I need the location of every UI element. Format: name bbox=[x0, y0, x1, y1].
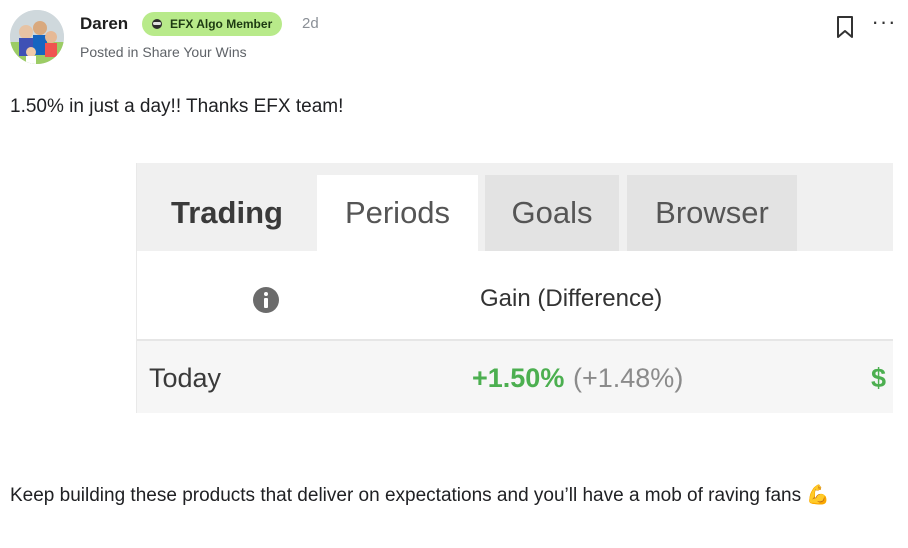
tab-browser[interactable]: Browser bbox=[627, 175, 797, 251]
column-header-gain: Gain (Difference) bbox=[480, 285, 663, 312]
bookmark-button[interactable] bbox=[834, 14, 856, 40]
bookmark-icon bbox=[837, 16, 853, 38]
badge-icon bbox=[152, 19, 162, 29]
info-icon[interactable] bbox=[251, 285, 281, 315]
posted-in-label: Posted in bbox=[80, 44, 139, 60]
post-time[interactable]: 2d bbox=[302, 15, 319, 32]
row-label: Today bbox=[149, 363, 222, 393]
post-header: Daren EFX Algo Member 2d Posted in Share … bbox=[10, 10, 898, 66]
badge-label: EFX Algo Member bbox=[170, 17, 273, 31]
row-extra-cutoff: $ bbox=[871, 363, 887, 393]
avatar[interactable] bbox=[10, 10, 64, 64]
member-badge: EFX Algo Member bbox=[142, 12, 283, 36]
post-body-top: 1.50% in just a day!! Thanks EFX team! bbox=[10, 96, 344, 117]
author-name[interactable]: Daren bbox=[80, 14, 128, 34]
more-icon: ··· bbox=[871, 9, 897, 34]
tab-goals[interactable]: Goals bbox=[485, 175, 619, 251]
post-body-bottom: Keep building these products that delive… bbox=[10, 480, 890, 512]
avatar-photo bbox=[10, 10, 64, 64]
tab-trading[interactable]: Trading bbox=[137, 175, 317, 251]
tab-bar: Trading Periods Goals Browser bbox=[137, 163, 893, 251]
row-difference: (+1.48%) bbox=[573, 363, 684, 393]
channel-link[interactable]: Share Your Wins bbox=[142, 44, 246, 60]
row-gain: +1.50% bbox=[472, 363, 565, 393]
tab-periods[interactable]: Periods bbox=[317, 175, 478, 251]
post-body-bottom-text: Keep building these products that delive… bbox=[10, 485, 802, 506]
muscle-emoji: 💪 bbox=[806, 485, 831, 506]
posted-in: Posted in Share Your Wins bbox=[80, 44, 247, 60]
more-button[interactable]: ··· bbox=[870, 9, 898, 36]
embedded-screenshot[interactable]: Trading Periods Goals Browser Gain (Diff… bbox=[136, 163, 893, 413]
